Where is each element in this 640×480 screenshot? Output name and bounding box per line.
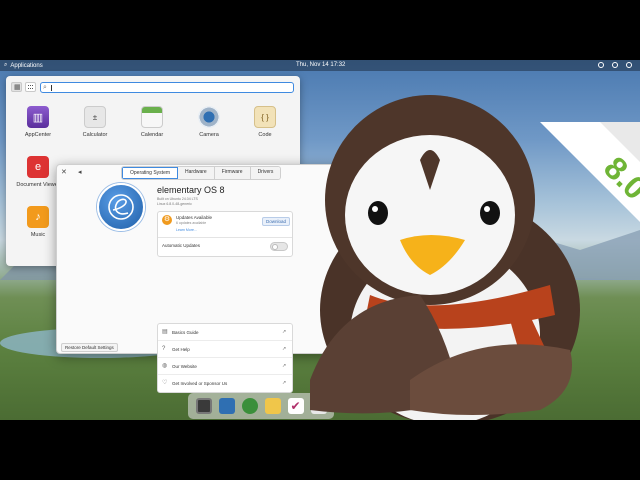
- close-icon[interactable]: ✕: [61, 168, 67, 176]
- app-item-calculator[interactable]: ± Calculator: [70, 106, 120, 138]
- tab-hardware[interactable]: Hardware: [178, 167, 215, 179]
- app-label: Camera: [199, 132, 219, 138]
- dock-browser-icon[interactable]: [241, 398, 258, 414]
- search-icon: ⌕: [43, 84, 47, 91]
- app-item-calendar[interactable]: Calendar: [127, 106, 177, 138]
- appcenter-icon: ▥: [27, 106, 49, 128]
- book-icon: ▤: [162, 329, 168, 335]
- link-get-help[interactable]: ? Get Help ↗: [158, 341, 292, 358]
- app-label: Calendar: [140, 132, 164, 138]
- search-input[interactable]: ⌕: [40, 82, 294, 93]
- updates-title: Updates Available: [176, 215, 212, 220]
- view-toggle: ▦: [11, 82, 36, 92]
- music-icon: ♪: [27, 206, 49, 228]
- app-item-code[interactable]: { } Code: [240, 106, 290, 138]
- heart-icon: ♡: [162, 380, 168, 386]
- globe-icon: ◍: [162, 363, 168, 369]
- automatic-updates-toggle[interactable]: [270, 242, 288, 251]
- dock-system-monitor-icon[interactable]: [195, 398, 212, 414]
- top-panel: ⌕ Applications Thu, Nov 14 17:32: [0, 60, 640, 71]
- version-badge: 8.0: [540, 122, 640, 222]
- tab-drivers[interactable]: Drivers: [250, 167, 281, 179]
- search-icon: ⌕: [4, 62, 8, 68]
- camera-icon: [198, 106, 220, 128]
- app-item-camera[interactable]: Camera: [184, 106, 234, 138]
- text-caret: [51, 85, 52, 91]
- calendar-icon: [141, 106, 163, 128]
- tab-operating-system[interactable]: Operating System: [122, 167, 179, 179]
- panel-clock[interactable]: Thu, Nov 14 17:32: [296, 62, 345, 68]
- app-label: AppCenter: [24, 132, 52, 138]
- external-link-icon: ↗: [282, 346, 287, 352]
- external-link-icon: ↗: [282, 329, 287, 335]
- bluetooth-indicator-icon[interactable]: [598, 62, 604, 68]
- volume-indicator-icon[interactable]: [612, 62, 618, 68]
- learn-more-link[interactable]: Learn More…: [176, 228, 197, 232]
- app-item-appcenter[interactable]: ▥ AppCenter: [13, 106, 63, 138]
- applications-label: Applications: [10, 62, 43, 69]
- document-viewer-icon: e: [27, 156, 49, 178]
- app-label: Code: [258, 132, 272, 138]
- links-card: ▤ Basics Guide ↗ ? Get Help ↗ ◍ Our Webs…: [157, 323, 293, 393]
- os-build-info: Built on Ubuntu 24.04 LTS Linux 6.8.0-48…: [157, 197, 267, 207]
- grid-view-button[interactable]: ▦: [11, 82, 22, 92]
- updates-subtitle: 6 updates available: [176, 221, 207, 225]
- os-name: elementary OS 8: [157, 185, 225, 195]
- link-label: Get Help: [172, 347, 190, 352]
- category-view-button[interactable]: [25, 82, 36, 92]
- update-gear-icon: ⚙: [162, 215, 172, 225]
- toggle-knob: [272, 244, 278, 250]
- download-button[interactable]: Download: [262, 217, 291, 226]
- external-link-icon: ↗: [282, 380, 287, 386]
- back-arrow-icon[interactable]: ◂: [78, 168, 82, 176]
- os-kernel-line: Linux 6.8.0-48-generic: [157, 201, 192, 206]
- video-frame: ⌕ Applications Thu, Nov 14 17:32 ▦ ⌕ ▥ A…: [0, 0, 640, 480]
- app-label: Calculator: [82, 132, 108, 138]
- applications-menu-button[interactable]: ⌕ Applications: [4, 62, 43, 69]
- link-our-website[interactable]: ◍ Our Website ↗: [158, 358, 292, 375]
- link-label: Our Website: [172, 364, 197, 369]
- restore-default-settings-button[interactable]: Restore Default Settings: [61, 343, 118, 352]
- link-label: Get Involved or Sponsor Us: [172, 381, 228, 386]
- link-get-involved[interactable]: ♡ Get Involved or Sponsor Us ↗: [158, 375, 292, 392]
- code-icon: { }: [254, 106, 276, 128]
- link-basics-guide[interactable]: ▤ Basics Guide ↗: [158, 324, 292, 341]
- tab-firmware[interactable]: Firmware: [214, 167, 251, 179]
- updates-card: ⚙ Updates Available 6 updates available …: [157, 211, 293, 257]
- calculator-icon: ±: [84, 106, 106, 128]
- help-icon: ?: [162, 346, 166, 352]
- link-label: Basics Guide: [172, 330, 199, 335]
- power-indicator-icon[interactable]: [626, 62, 632, 68]
- automatic-updates-label: Automatic Updates: [162, 243, 201, 248]
- settings-tabbar: Operating System Hardware Firmware Drive…: [121, 166, 282, 180]
- elementary-logo-icon: [97, 183, 145, 231]
- list-icon: [28, 85, 33, 89]
- dock-files-icon[interactable]: [218, 398, 235, 414]
- desktop: ⌕ Applications Thu, Nov 14 17:32 ▦ ⌕ ▥ A…: [0, 60, 640, 420]
- panel-indicators: [598, 61, 632, 68]
- dock-mail-icon[interactable]: [264, 398, 281, 414]
- updates-row: ⚙ Updates Available 6 updates available …: [158, 212, 292, 238]
- grid-icon: ▦: [14, 84, 21, 91]
- external-link-icon: ↗: [282, 363, 287, 369]
